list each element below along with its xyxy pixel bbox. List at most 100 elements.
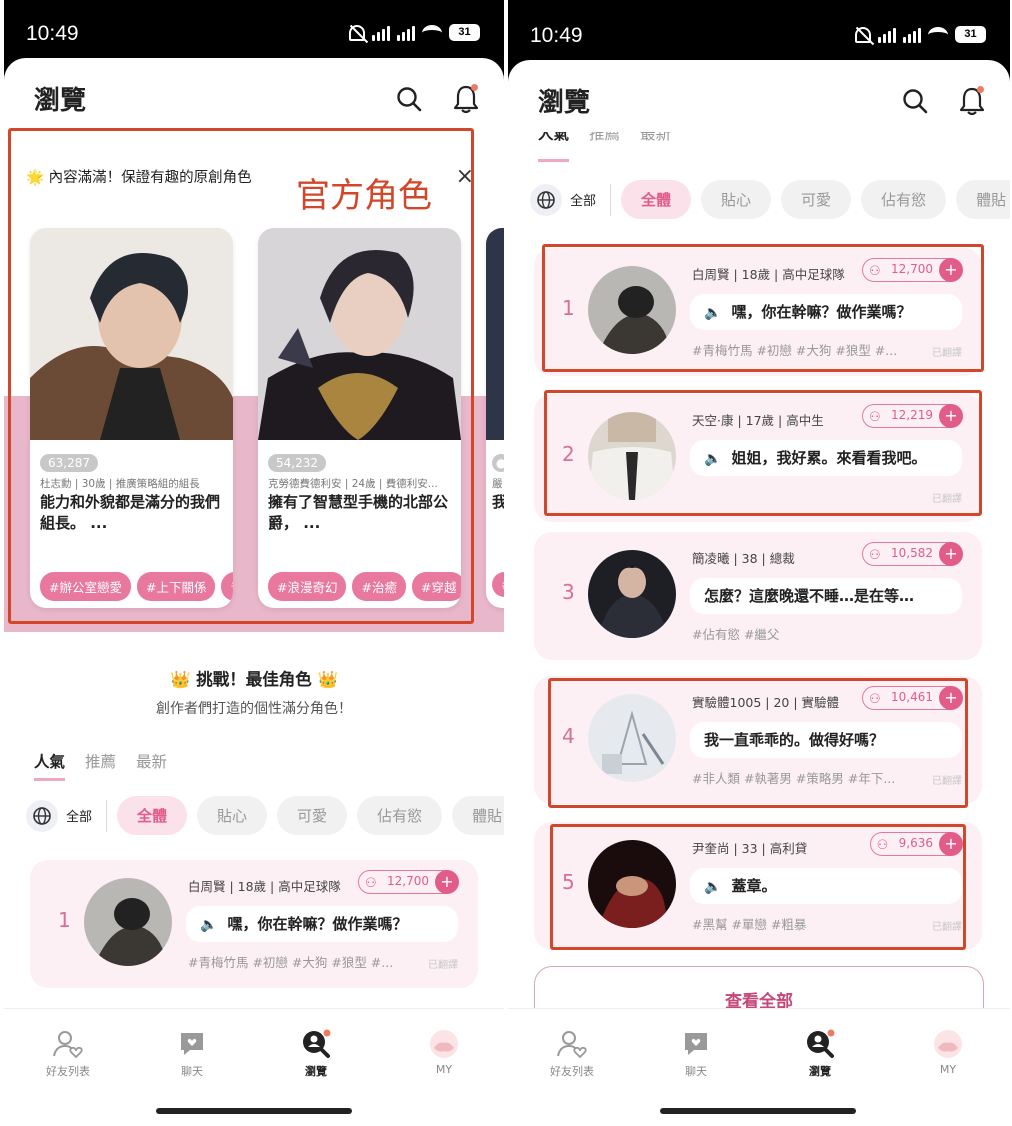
translated-label: 已翻譯 bbox=[932, 922, 962, 933]
official-character-card[interactable]: 54,232 克勞德費德利安 | 24歲 | 費德利安... 擁有了智慧型手機的… bbox=[258, 228, 461, 608]
filter-chip-all[interactable]: 全體 bbox=[621, 180, 692, 219]
greeting-bubble[interactable]: 🔈 蓋章。 bbox=[690, 868, 962, 904]
greeting-bubble[interactable]: 我一直乖乖的。做得好嗎？ bbox=[690, 722, 962, 758]
follow-button[interactable]: ⚇ 10,582 + bbox=[862, 541, 963, 566]
nav-my-label: MY bbox=[435, 1063, 453, 1076]
add-friend-icon: ⚇ bbox=[869, 548, 881, 563]
hashtag[interactable]: #浪漫奇幻 bbox=[268, 572, 347, 601]
rank-number: 4 bbox=[562, 724, 575, 748]
language-filter[interactable]: 全部 bbox=[530, 183, 612, 216]
filter-chip-caring[interactable]: 貼心 bbox=[701, 180, 772, 219]
follow-button[interactable]: ⚇ 12,700 + bbox=[862, 257, 963, 282]
filter-chip-caring[interactable]: 貼心 bbox=[197, 796, 268, 835]
official-character-card[interactable]: ● 嚴 我懂 # bbox=[486, 228, 504, 608]
nav-friends[interactable]: 好友列表 bbox=[532, 1027, 612, 1079]
hashtag[interactable]: #治癒 bbox=[352, 572, 406, 601]
hashtag[interactable]: #辦公室戀愛 bbox=[40, 572, 131, 601]
speaker-icon[interactable]: 🔈 bbox=[704, 879, 721, 895]
character-info: 簡凌曦 | 38 | 總裁 bbox=[692, 551, 795, 566]
ranking-card[interactable]: 2 天空·康 | 17歲 | 高中生 ⚇ 12,219 + 🔈 姐姐，我好累。來看看我… bbox=[534, 390, 982, 522]
ranking-card[interactable]: 1 白周賢 | 18歲 | 高中足球隊 ⚇ 12,700 + 🔈 嘿，你在幹嘛？做作業… bbox=[534, 244, 984, 376]
greeting-text: 怎麼？這麼晚還不睡…是在等… bbox=[704, 587, 915, 605]
bottom-navigation: 好友列表 聊天 瀏覽 MY bbox=[4, 1008, 504, 1126]
nav-my[interactable]: MY bbox=[404, 1027, 484, 1076]
ranking-card[interactable]: 3 簡凌曦 | 38 | 總裁 ⚇ 10,582 + 怎麼？這麼晚還不睡…是在等… … bbox=[534, 532, 982, 660]
nav-chat[interactable]: 聊天 bbox=[656, 1027, 736, 1079]
tab-recommended[interactable]: 推薦 bbox=[85, 750, 116, 781]
nav-browse[interactable]: 瀏覽 bbox=[276, 1027, 356, 1079]
filter-chip-possessive[interactable]: 佔有慾 bbox=[357, 796, 443, 835]
nav-my[interactable]: MY bbox=[908, 1027, 988, 1076]
plus-icon: + bbox=[939, 541, 963, 566]
speaker-icon[interactable]: 🔈 bbox=[704, 305, 721, 321]
character-info: 實驗體1005 | 20 | 實驗體 bbox=[692, 695, 840, 710]
ranking-tabs: 人氣 推薦 最新 bbox=[34, 750, 167, 781]
notification-bell-icon[interactable] bbox=[452, 84, 480, 114]
app-header: 瀏覽 bbox=[538, 82, 990, 122]
add-friend-icon: ⚇ bbox=[869, 692, 881, 707]
filter-chip-cute[interactable]: 可愛 bbox=[781, 180, 852, 219]
greeting-bubble[interactable]: 怎麼？這麼晚還不睡…是在等… bbox=[690, 578, 962, 614]
filter-chip-considerate[interactable]: 體貼 bbox=[956, 180, 1010, 219]
translated-label: 已翻譯 bbox=[932, 348, 962, 359]
hashtag[interactable]: #穿越 bbox=[411, 572, 461, 601]
character-hashtags: #黑幫 #單戀 #粗暴 bbox=[692, 917, 807, 932]
hashtag[interactable]: # bbox=[492, 572, 504, 597]
ranking-card[interactable]: 5 尹奎尚 | 33 | 高利貸 ⚇ 9,636 + 🔈 蓋章。 #黑幫 #單戀 #粗… bbox=[534, 822, 982, 950]
signal-icon-2 bbox=[397, 26, 415, 41]
follow-button[interactable]: ⚇ 12,219 + bbox=[862, 403, 963, 428]
tab-latest[interactable]: 最新 bbox=[136, 750, 167, 781]
language-filter[interactable]: 全部 bbox=[26, 799, 108, 832]
translated-label: 已翻譯 bbox=[428, 960, 458, 971]
nav-my-label: MY bbox=[939, 1063, 957, 1076]
tab-popular[interactable]: 人氣 bbox=[538, 132, 570, 162]
official-character-card[interactable]: 63,287 杜志勳 | 30歲 | 推廣策略組的組長 能力和外貌都是滿分的我們… bbox=[30, 228, 233, 608]
filter-chip-all[interactable]: 全體 bbox=[117, 796, 188, 835]
fan-count: 12,219 bbox=[891, 408, 933, 422]
status-bar: 10:49 31 bbox=[508, 0, 1010, 58]
ranking-card[interactable]: 4 實驗體1005 | 20 | 實驗體 ⚇ 10,461 + 我一直乖乖的。做得好… bbox=[534, 676, 982, 808]
greeting-bubble[interactable]: 🔈 嘿，你在幹嘛？做作業嗎？ bbox=[690, 294, 962, 330]
ranking-card[interactable]: 1 白周賢 | 18歲 | 高中足球隊 ⚇ 12,700 + 🔈 嘿，你在幹嘛？做作業… bbox=[30, 860, 478, 988]
filter-chip-considerate[interactable]: 體貼 bbox=[452, 796, 504, 835]
add-friend-icon: ⚇ bbox=[876, 838, 889, 853]
signal-icon bbox=[878, 28, 896, 43]
follow-button[interactable]: ⚇ 9,636 + bbox=[869, 831, 963, 856]
mute-icon bbox=[349, 25, 365, 41]
friends-icon bbox=[28, 1027, 108, 1061]
tab-latest[interactable]: 最新 bbox=[640, 132, 671, 162]
greeting-bubble[interactable]: 🔈 嘿，你在幹嘛？做作業嗎？ bbox=[186, 906, 458, 942]
status-time: 10:49 bbox=[26, 22, 79, 45]
speaker-icon[interactable]: 🔈 bbox=[704, 451, 721, 467]
follow-button[interactable]: ⚇ 10,461 + bbox=[862, 685, 963, 710]
ranking-tabs: 人氣 推薦 最新 bbox=[538, 132, 671, 162]
browse-screen: 瀏覽 🌟 內容滿滿！保證有趣的原創角色 官方角色 × 63,287 杜志勳 | … bbox=[4, 58, 504, 1126]
battery-icon: 31 bbox=[955, 26, 986, 43]
fan-count: 9,636 bbox=[898, 836, 933, 850]
greeting-text: 嘿，你在幹嘛？做作業嗎？ bbox=[227, 915, 408, 933]
follow-button[interactable]: ⚇ 12,700 + bbox=[358, 869, 459, 894]
greeting-bubble[interactable]: 🔈 姐姐，我好累。來看看我吧。 bbox=[690, 440, 962, 476]
hashtag[interactable]: # bbox=[221, 572, 233, 601]
filter-chip-possessive[interactable]: 佔有慾 bbox=[861, 180, 947, 219]
phone-screen-right: 10:49 31 瀏覽 人氣 推薦 最新 全部 全體 貼心 可愛 佔有慾 體貼 … bbox=[508, 0, 1010, 1126]
fan-count: 12,700 bbox=[387, 874, 429, 888]
signal-icon bbox=[372, 26, 390, 41]
avatar bbox=[588, 550, 676, 638]
tab-recommended[interactable]: 推薦 bbox=[589, 132, 620, 162]
hashtag[interactable]: #上下關係 bbox=[136, 572, 216, 601]
filter-chip-cute[interactable]: 可愛 bbox=[277, 796, 348, 835]
notification-bell-icon[interactable] bbox=[958, 86, 986, 116]
chat-icon bbox=[152, 1027, 232, 1061]
plus-icon: + bbox=[435, 869, 459, 894]
nav-friends[interactable]: 好友列表 bbox=[28, 1027, 108, 1079]
speaker-icon[interactable]: 🔈 bbox=[200, 917, 217, 933]
search-icon[interactable] bbox=[902, 88, 928, 114]
nav-browse[interactable]: 瀏覽 bbox=[780, 1027, 860, 1079]
language-filter-label: 全部 bbox=[66, 810, 93, 825]
tab-popular[interactable]: 人氣 bbox=[34, 750, 66, 781]
card-subtitle: 嚴 bbox=[492, 478, 503, 490]
search-icon[interactable] bbox=[396, 86, 422, 112]
nav-chat[interactable]: 聊天 bbox=[152, 1027, 232, 1079]
close-icon[interactable]: × bbox=[456, 164, 474, 189]
